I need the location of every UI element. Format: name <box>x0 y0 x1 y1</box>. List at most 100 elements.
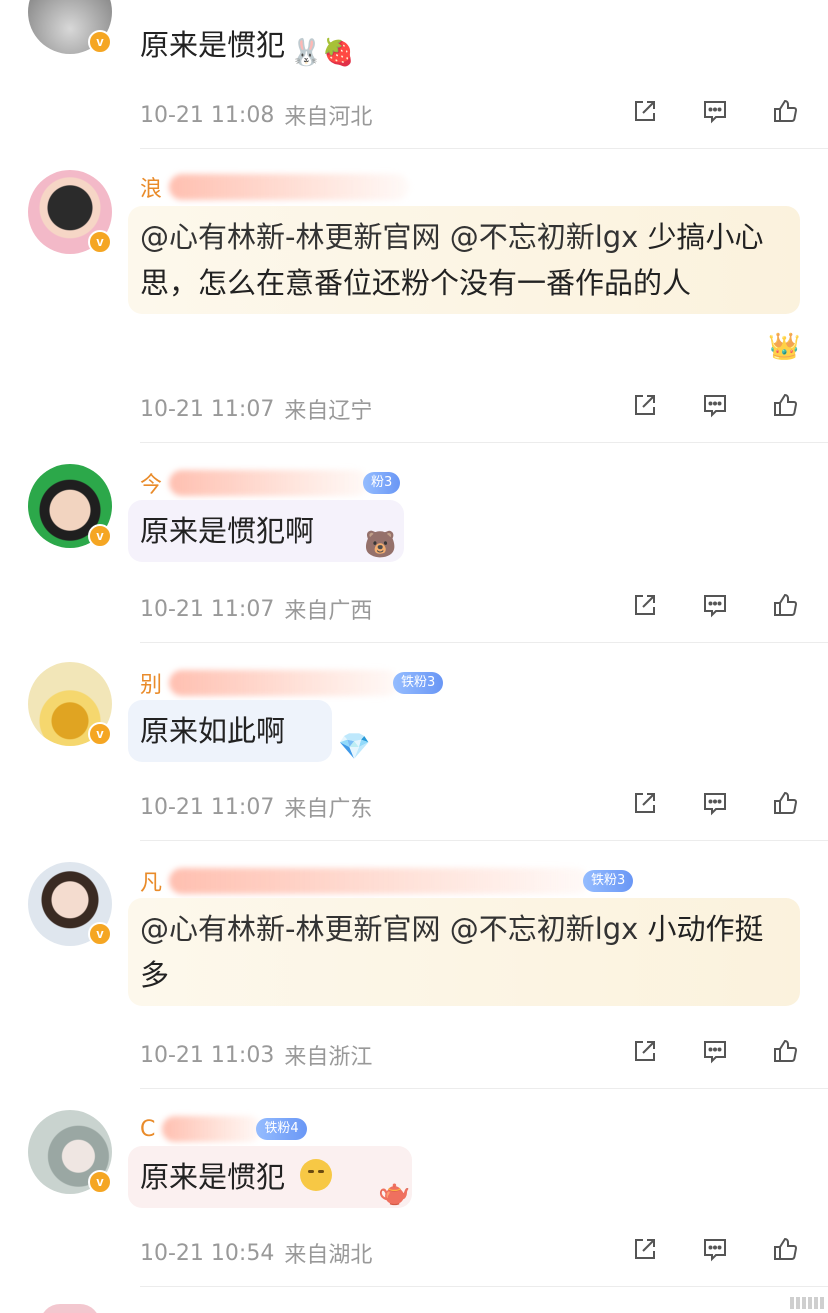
like-button[interactable] <box>770 96 800 126</box>
comment-text-content: 原来如此啊 <box>140 714 286 748</box>
share-button[interactable] <box>630 96 660 126</box>
username-redaction <box>169 470 370 496</box>
username-row: 浪 <box>140 170 410 204</box>
comment-meta: 10-21 11:07 来自广西 <box>140 592 372 626</box>
comment-actions <box>630 788 800 822</box>
username[interactable]: 今 <box>140 467 163 499</box>
share-icon <box>635 395 655 415</box>
comment-time: 10-21 11:07 <box>140 396 275 422</box>
comment-location: 来自浙江 <box>284 1045 373 1070</box>
verified-badge: v <box>88 922 112 946</box>
comment-icon <box>704 793 726 816</box>
username-row: 凡 铁粉3 <box>140 864 634 898</box>
like-icon <box>774 99 797 122</box>
comment-actions <box>630 390 800 424</box>
username[interactable]: 别 <box>140 667 163 699</box>
comment-time: 10-21 11:07 <box>140 596 275 622</box>
avatar[interactable]: v <box>28 1110 112 1194</box>
like-icon <box>774 791 797 814</box>
comment-bubble: 原来是惯犯 <box>128 1146 412 1208</box>
fan-badge: 铁粉3 <box>583 870 634 892</box>
comment-button[interactable] <box>700 1036 730 1066</box>
share-icon <box>635 595 655 615</box>
comment-icon <box>704 1041 726 1064</box>
crown-sticker: 👑 <box>768 332 801 362</box>
comment-meta: 10-21 10:54 来自湖北 <box>140 1236 372 1270</box>
bear-sticker: 🐻 <box>364 530 397 560</box>
username-row: 今 粉3 <box>140 466 401 500</box>
fan-badge: 铁粉4 <box>256 1118 307 1140</box>
share-icon <box>635 1239 655 1259</box>
comment-bubble: @心有林新-林更新官网 @不忘初新lgx 少搞小心思，怎么在意番位还粉个没有一番… <box>128 206 800 314</box>
like-icon <box>774 1237 797 1260</box>
comment-time: 10-21 11:07 <box>140 794 275 820</box>
username-redaction <box>169 868 590 894</box>
like-button[interactable] <box>770 788 800 818</box>
diamond-sticker: 💎 <box>338 732 371 762</box>
comment-actions <box>630 96 800 130</box>
comment-meta: 10-21 11:03 来自浙江 <box>140 1038 372 1072</box>
divider <box>140 642 828 643</box>
mention-link[interactable]: @心有林新-林更新官网 <box>140 220 440 254</box>
comment-time: 10-21 10:54 <box>140 1240 275 1266</box>
username-row: C 铁粉4 <box>140 1112 307 1146</box>
comment-button[interactable] <box>700 1234 730 1264</box>
like-icon <box>774 1039 797 1062</box>
watermark-logo <box>790 1297 824 1309</box>
divider <box>140 442 828 443</box>
share-button[interactable] <box>630 1036 660 1066</box>
avatar[interactable]: v <box>28 464 112 548</box>
comment-icon <box>704 395 726 418</box>
mention-link[interactable]: @不忘初新lgx <box>450 912 639 946</box>
avatar[interactable]: v <box>28 862 112 946</box>
verified-badge: v <box>88 1170 112 1194</box>
mention-link[interactable]: @不忘初新lgx <box>450 220 639 254</box>
username[interactable]: C <box>140 1117 156 1142</box>
share-button[interactable] <box>630 590 660 620</box>
comment-time: 10-21 11:03 <box>140 1042 275 1068</box>
divider <box>140 1088 828 1089</box>
share-icon <box>635 101 655 121</box>
verified-badge: v <box>88 30 112 54</box>
comment-button[interactable] <box>700 96 730 126</box>
comment-button[interactable] <box>700 390 730 420</box>
share-icon <box>635 793 655 813</box>
avatar[interactable] <box>40 1304 100 1313</box>
sticker-decoration: 🐰🍓 <box>290 38 355 68</box>
username-row: 别 铁粉3 <box>140 666 444 700</box>
username[interactable]: 浪 <box>140 171 163 203</box>
comment-button[interactable] <box>700 590 730 620</box>
comment-location: 来自广东 <box>284 797 373 822</box>
comment-actions <box>630 590 800 624</box>
teapot-sticker: 🫖 <box>378 1178 411 1208</box>
comment-location: 来自河北 <box>284 105 373 130</box>
avatar[interactable]: v <box>28 0 112 54</box>
share-button[interactable] <box>630 788 660 818</box>
comment-icon <box>704 595 726 618</box>
share-button[interactable] <box>630 390 660 420</box>
like-button[interactable] <box>770 1036 800 1066</box>
like-button[interactable] <box>770 390 800 420</box>
avatar[interactable]: v <box>28 662 112 746</box>
comment-bubble: 原来如此啊 <box>128 700 332 762</box>
mention-link[interactable]: @心有林新-林更新官网 <box>140 912 440 946</box>
comment-bubble: 原来是惯犯啊 <box>128 500 404 562</box>
username[interactable]: 凡 <box>140 865 163 897</box>
comment-text-content: 原来是惯犯 <box>140 1160 286 1194</box>
like-button[interactable] <box>770 590 800 620</box>
comment-button[interactable] <box>700 788 730 818</box>
divider <box>140 148 828 149</box>
comment-location: 来自广西 <box>284 599 373 624</box>
username-redaction <box>169 670 400 696</box>
share-icon <box>635 1041 655 1061</box>
like-button[interactable] <box>770 1234 800 1264</box>
fan-badge: 铁粉3 <box>393 672 444 694</box>
comment-icon <box>704 1239 726 1262</box>
comment-actions <box>630 1234 800 1268</box>
thinking-emoji-icon <box>300 1159 333 1191</box>
comment-actions <box>630 1036 800 1070</box>
comment-meta: 10-21 11:07 来自辽宁 <box>140 392 372 426</box>
comment-text-content: 原来是惯犯 <box>140 28 286 62</box>
share-button[interactable] <box>630 1234 660 1264</box>
avatar[interactable]: v <box>28 170 112 254</box>
